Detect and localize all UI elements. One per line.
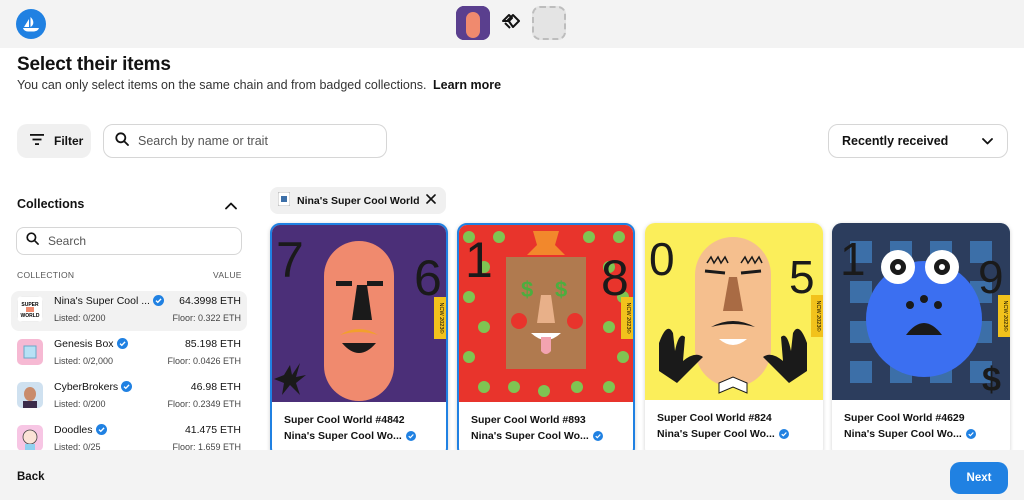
nft-title: Super Cool World #4842 [284, 414, 405, 426]
top-bar [0, 0, 1024, 48]
collection-thumbnail [17, 382, 43, 408]
collection-name: Genesis Box [54, 338, 128, 352]
nft-card[interactable]: NCW 2023© 0 5 Super Cool World #824 Nina… [645, 223, 823, 458]
search-icon [115, 131, 129, 151]
collection-listed: Listed: 0/200 [54, 313, 106, 323]
collection-thumbnail [277, 191, 291, 209]
verified-icon [405, 431, 416, 444]
their-avatar-placeholder[interactable] [532, 6, 566, 40]
collection-value: 64.3998 ETH [179, 295, 241, 307]
nft-title: Super Cool World #4629 [844, 412, 965, 424]
nft-image: $ NCW 2023© 1 9 [832, 223, 1010, 400]
nft-card[interactable]: NCW 2023© 7 6 Super Cool World #4842 Nin… [270, 223, 448, 458]
item-search[interactable] [103, 124, 387, 158]
opensea-logo-icon[interactable] [16, 9, 46, 39]
collection-thumbnail [17, 339, 43, 365]
footer-bar [0, 450, 1024, 500]
nft-title: Super Cool World #893 [471, 414, 586, 426]
search-input[interactable] [138, 134, 358, 148]
card-right-number: 6 [414, 250, 442, 306]
nft-card[interactable]: $ NCW 2023© 1 9 Super Cool World #4629 N… [832, 223, 1010, 458]
svg-text:$: $ [982, 361, 1001, 399]
collection-thumbnail: SUPER WORLD [17, 296, 43, 322]
swap-participants [456, 6, 566, 40]
filter-chip-label: Nina's Super Cool World [297, 194, 420, 207]
close-icon[interactable] [426, 194, 437, 207]
verified-icon [778, 429, 789, 442]
collection-value: 41.475 ETH [184, 424, 241, 436]
svg-text:WORLD: WORLD [21, 313, 40, 319]
collection-thumbnail [17, 425, 43, 451]
nft-collection: Nina's Super Cool Wo... [657, 428, 789, 442]
collection-floor: Floor: 0.0426 ETH [167, 356, 241, 366]
nft-collection: Nina's Super Cool Wo... [284, 430, 416, 444]
verified-icon [152, 295, 164, 309]
column-header-collection: COLLECTION [17, 270, 75, 280]
verified-icon [121, 381, 133, 395]
collection-listed: Listed: 0/200 [54, 399, 106, 409]
verified-icon [965, 429, 976, 442]
filter-label: Filter [54, 134, 84, 148]
svg-text:$: $ [521, 277, 533, 302]
search-icon [26, 232, 39, 250]
sort-selected-value: Recently received [842, 134, 949, 148]
verified-icon [116, 338, 128, 352]
handshake-icon [500, 10, 522, 37]
next-button[interactable]: Next [950, 462, 1008, 494]
verified-icon [95, 424, 107, 438]
filter-button[interactable]: Filter [17, 124, 91, 158]
card-left-number: 7 [276, 232, 304, 288]
my-avatar[interactable] [456, 6, 490, 40]
filter-icon [30, 134, 44, 148]
collection-row[interactable]: CyberBrokers Listed: 0/200 46.98 ETH Flo… [11, 377, 247, 417]
collection-search-input[interactable] [48, 234, 228, 248]
card-left-number: 1 [840, 233, 866, 285]
card-side-text: NCW 2023© [815, 301, 822, 332]
nft-collection: Nina's Super Cool Wo... [844, 428, 976, 442]
collection-name: Nina's Super Cool ... [54, 295, 164, 309]
nft-card[interactable]: $ $ NCW 2023© 1 8 Super Cool World #893 … [457, 223, 635, 458]
card-side-text: NCW 2023© [625, 303, 632, 334]
back-button[interactable]: Back [17, 471, 45, 483]
active-filter-chip: Nina's Super Cool World [270, 187, 447, 214]
card-left-number: 1 [465, 232, 493, 288]
card-right-number: 5 [789, 251, 815, 303]
nft-collection: Nina's Super Cool Wo... [471, 430, 603, 444]
nft-image: NCW 2023© 7 6 [272, 225, 446, 402]
page-title: Select their items [17, 54, 171, 75]
card-side-text: NCW 2023© [438, 303, 445, 334]
collection-floor: Floor: 0.322 ETH [172, 313, 241, 323]
nft-title: Super Cool World #824 [657, 412, 772, 424]
chevron-down-icon [982, 134, 993, 148]
collection-value: 85.198 ETH [184, 338, 241, 350]
sort-dropdown[interactable]: Recently received [828, 124, 1008, 158]
collection-value: 46.98 ETH [190, 381, 241, 393]
page-subtitle: You can only select items on the same ch… [17, 78, 501, 92]
column-header-value: VALUE [213, 270, 242, 280]
card-side-text: NCW 2023© [1002, 301, 1009, 332]
collection-search[interactable] [16, 227, 242, 255]
nft-image: $ $ NCW 2023© 1 8 [459, 225, 633, 402]
verified-icon [592, 431, 603, 444]
collections-title: Collections [17, 197, 85, 211]
collection-name: CyberBrokers [54, 381, 133, 395]
nft-image: NCW 2023© 0 5 [645, 223, 823, 400]
svg-text:$: $ [555, 277, 567, 302]
learn-more-link[interactable]: Learn more [433, 78, 501, 92]
collection-name: Doodles [54, 424, 107, 438]
card-left-number: 0 [649, 233, 675, 285]
collection-floor: Floor: 0.2349 ETH [167, 399, 241, 409]
chevron-up-icon[interactable] [225, 197, 237, 215]
card-right-number: 9 [978, 251, 1004, 303]
card-right-number: 8 [601, 250, 629, 306]
subtitle-text: You can only select items on the same ch… [17, 78, 427, 92]
collection-row[interactable]: SUPER WORLD Nina's Super Cool ... Listed:… [11, 291, 247, 331]
collection-listed: Listed: 0/2,000 [54, 356, 114, 366]
collection-row[interactable]: Genesis Box Listed: 0/2,000 85.198 ETH F… [11, 334, 247, 374]
